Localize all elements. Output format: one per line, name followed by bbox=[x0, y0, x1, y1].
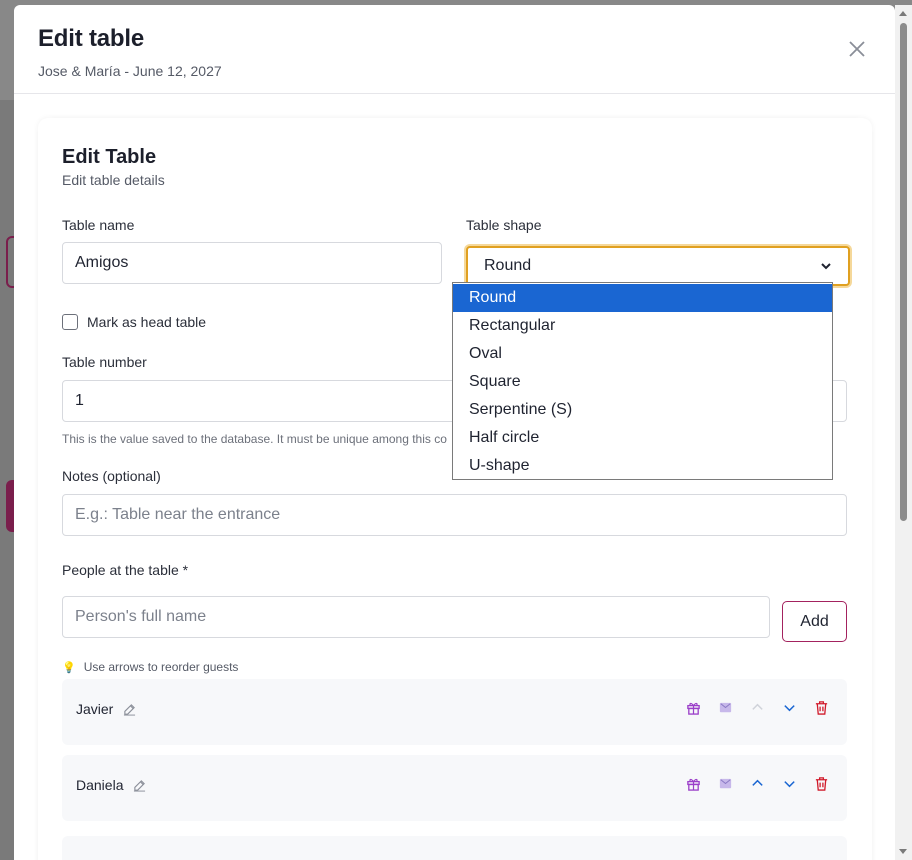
chevron-down-icon bbox=[821, 263, 831, 270]
card-subtitle: Edit table details bbox=[62, 172, 165, 188]
trash-icon bbox=[815, 776, 827, 791]
guest-actions bbox=[685, 699, 829, 715]
table-shape-value: Round bbox=[484, 257, 532, 274]
chevron-down-icon bbox=[783, 780, 795, 787]
delete-button[interactable] bbox=[813, 699, 829, 715]
guest-row: Daniela bbox=[62, 755, 847, 821]
close-icon bbox=[849, 41, 865, 57]
card-title: Edit Table bbox=[62, 146, 157, 168]
close-button[interactable] bbox=[847, 39, 867, 59]
shape-option-rectangular[interactable]: Rectangular bbox=[453, 312, 832, 340]
gift-button[interactable] bbox=[685, 699, 701, 715]
guest-name: Javier bbox=[76, 701, 136, 717]
scroll-thumb[interactable] bbox=[900, 23, 907, 521]
table-name-label: Table name bbox=[62, 217, 135, 233]
chevron-up-icon bbox=[751, 703, 763, 710]
guest-name-text: Javier bbox=[76, 701, 114, 717]
table-number-label: Table number bbox=[62, 354, 147, 370]
scroll-down-arrow[interactable] bbox=[899, 849, 907, 854]
edit-icon[interactable] bbox=[133, 779, 146, 792]
head-table-label: Mark as head table bbox=[87, 314, 207, 330]
move-up-button[interactable] bbox=[749, 775, 765, 791]
shape-option-serpentine[interactable]: Serpentine (S) bbox=[453, 396, 832, 424]
lightbulb-icon: 💡 bbox=[62, 661, 76, 674]
shape-option-square[interactable]: Square bbox=[453, 368, 832, 396]
notes-input[interactable]: E.g.: Table near the entrance bbox=[62, 494, 847, 536]
modal-title: Edit table bbox=[38, 25, 145, 52]
person-name-input[interactable]: Person's full name bbox=[62, 596, 770, 638]
chevron-up-icon bbox=[751, 779, 763, 786]
edit-table-card: Edit Table Edit table details Table name… bbox=[38, 118, 872, 860]
trash-icon bbox=[815, 700, 827, 715]
move-up-button[interactable] bbox=[749, 699, 765, 715]
gift-icon bbox=[686, 702, 700, 715]
modal-subtitle: Jose & María - June 12, 2027 bbox=[38, 63, 222, 79]
chair-icon bbox=[719, 702, 731, 712]
reorder-hint: 💡 Use arrows to reorder guests bbox=[62, 660, 238, 674]
modal-header: Edit table Jose & María - June 12, 2027 bbox=[14, 5, 895, 94]
people-label: People at the table * bbox=[62, 562, 189, 578]
guest-actions bbox=[685, 775, 829, 791]
scroll-up-arrow[interactable] bbox=[899, 11, 907, 16]
head-table-checkbox[interactable] bbox=[62, 314, 78, 330]
table-name-input[interactable]: Amigos bbox=[62, 242, 442, 284]
chevron-down-icon bbox=[783, 704, 795, 711]
shape-option-u-shape[interactable]: U-shape bbox=[453, 452, 832, 480]
add-person-button[interactable]: Add bbox=[782, 601, 847, 642]
seat-button[interactable] bbox=[717, 699, 733, 715]
move-down-button[interactable] bbox=[781, 775, 797, 791]
guest-name: Daniela bbox=[76, 777, 146, 793]
reorder-hint-text: Use arrows to reorder guests bbox=[83, 660, 239, 674]
guest-row bbox=[62, 836, 847, 860]
table-number-hint: This is the value saved to the database.… bbox=[62, 432, 447, 446]
seat-button[interactable] bbox=[717, 775, 733, 791]
delete-button[interactable] bbox=[813, 775, 829, 791]
chair-icon bbox=[719, 778, 731, 788]
shape-option-oval[interactable]: Oval bbox=[453, 340, 832, 368]
head-table-row: Mark as head table bbox=[62, 314, 206, 330]
table-shape-select[interactable]: Round bbox=[466, 246, 850, 286]
move-down-button[interactable] bbox=[781, 699, 797, 715]
modal-scrollbar[interactable] bbox=[895, 5, 912, 860]
shape-option-round[interactable]: Round bbox=[453, 284, 832, 312]
gift-button[interactable] bbox=[685, 775, 701, 791]
table-shape-label: Table shape bbox=[466, 217, 542, 233]
edit-icon[interactable] bbox=[123, 703, 136, 716]
notes-label: Notes (optional) bbox=[62, 468, 161, 484]
table-shape-dropdown: Round Rectangular Oval Square Serpentine… bbox=[452, 282, 833, 480]
guest-row: Javier bbox=[62, 679, 847, 745]
shape-option-half-circle[interactable]: Half circle bbox=[453, 424, 832, 452]
gift-icon bbox=[686, 778, 700, 791]
guest-name-text: Daniela bbox=[76, 777, 124, 793]
